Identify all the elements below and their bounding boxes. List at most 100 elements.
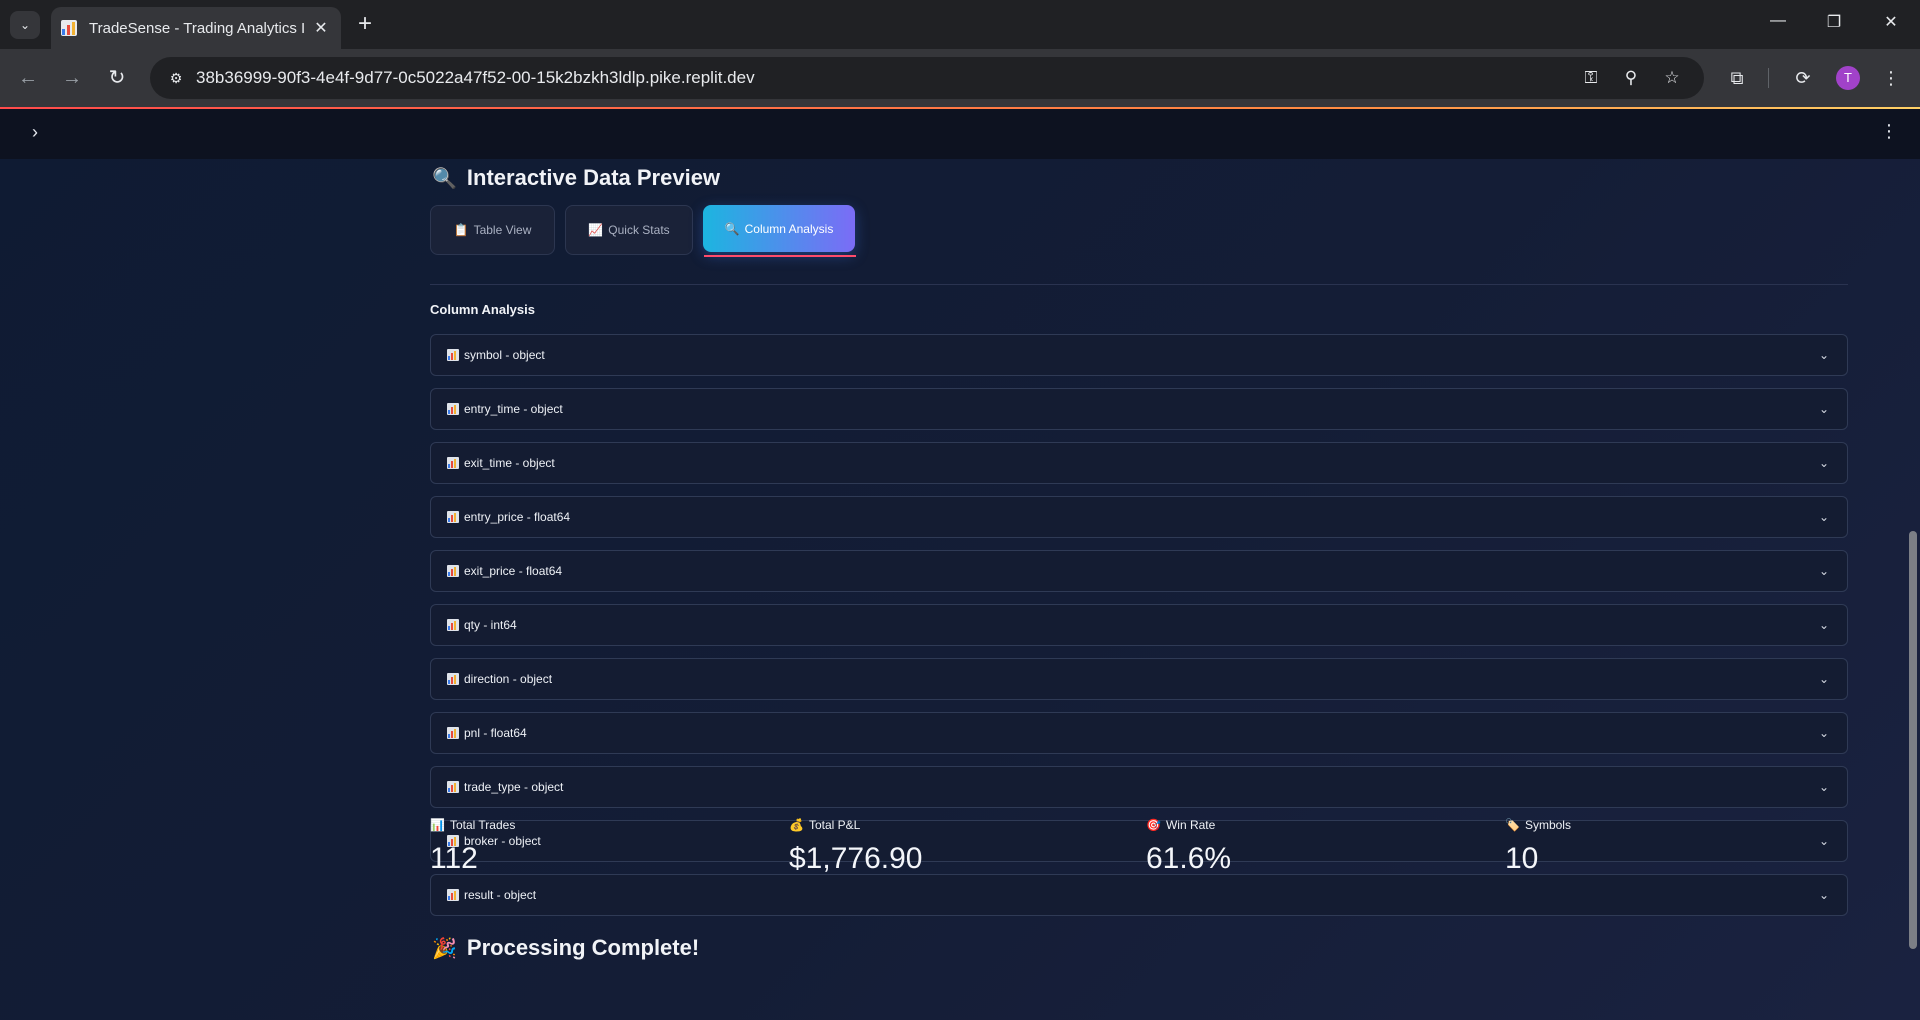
back-icon[interactable]: ← (13, 63, 43, 93)
tab-search-icon[interactable]: ⌄ (10, 11, 40, 39)
profile-avatar[interactable]: T (1836, 66, 1860, 90)
bar-chart-icon (447, 349, 459, 361)
magnifier-icon: 🔍 (724, 221, 740, 236)
browser-toolbar: ← → ↻ ⚙ 38b36999-90f3-4e4f-9d77-0c5022a4… (0, 49, 1920, 107)
bookmark-star-icon[interactable]: ☆ (1659, 66, 1685, 90)
column-expander[interactable]: entry_price - float64 ⌄ (430, 496, 1848, 538)
bar-chart-icon (447, 781, 459, 793)
bar-chart-icon (447, 889, 459, 901)
column-analysis-heading: Column Analysis (430, 302, 535, 317)
tab-label: Quick Stats (608, 223, 670, 237)
section-title: 🔍 Interactive Data Preview (432, 165, 720, 191)
column-expander[interactable]: result - object ⌄ (430, 874, 1848, 916)
address-bar[interactable]: ⚙ 38b36999-90f3-4e4f-9d77-0c5022a47f52-0… (150, 57, 1704, 99)
column-expander[interactable]: exit_price - float64 ⌄ (430, 550, 1848, 592)
page-scrollbar[interactable] (1909, 531, 1917, 949)
minimize-icon[interactable]: — (1763, 12, 1793, 30)
target-icon: 🎯 (1146, 818, 1161, 832)
bar-chart-icon (447, 565, 459, 577)
metric-value: $1,776.90 (789, 842, 923, 875)
chevron-down-icon: ⌄ (1818, 780, 1830, 794)
metric-total-trades: 📊 Total Trades 112 (430, 818, 515, 876)
app-header: › ⋮ (0, 109, 1920, 159)
chevron-down-icon: ⌄ (1818, 834, 1830, 848)
bar-chart-icon (447, 511, 459, 523)
column-label: entry_time - object (464, 402, 563, 416)
toolbar-separator (1768, 68, 1769, 88)
chevron-down-icon: ⌄ (1818, 402, 1830, 416)
bar-chart-icon (447, 403, 459, 415)
label-tag-icon: 🏷️ (1505, 818, 1520, 832)
column-label: entry_price - float64 (464, 510, 571, 524)
bar-chart-icon (447, 457, 459, 469)
tab-favicon-icon (61, 20, 77, 36)
forward-icon[interactable]: → (57, 63, 87, 93)
main-content: 🔍 Interactive Data Preview 📋 Table View … (0, 159, 1920, 1020)
browser-tab[interactable]: TradeSense - Trading Analytics I ✕ (51, 7, 341, 49)
column-expander[interactable]: trade_type - object ⌄ (430, 766, 1848, 808)
url-text[interactable]: 38b36999-90f3-4e4f-9d77-0c5022a47f52-00-… (196, 68, 755, 88)
new-tab-icon[interactable]: + (352, 10, 378, 38)
metric-label: Win Rate (1165, 818, 1216, 832)
metric-value: 61.6% (1146, 842, 1232, 875)
column-expander[interactable]: pnl - float64 ⌄ (430, 712, 1848, 754)
column-label: result - object (464, 888, 537, 902)
metric-label: Total Trades (449, 818, 516, 832)
metric-win-rate: 🎯 Win Rate 61.6% (1146, 818, 1231, 876)
zoom-icon[interactable]: ⚲ (1618, 66, 1644, 90)
password-key-icon[interactable]: ⚿ (1578, 66, 1604, 90)
sidebar-toggle-icon[interactable]: › (24, 122, 46, 143)
metric-total-pnl: 💰 Total P&L $1,776.90 (789, 818, 922, 876)
column-label: direction - object (464, 672, 553, 686)
chevron-down-icon: ⌄ (1818, 564, 1830, 578)
chevron-down-icon: ⌄ (1818, 726, 1830, 740)
app-menu-icon[interactable]: ⋮ (1880, 121, 1898, 142)
reload-icon[interactable]: ↻ (102, 63, 132, 93)
browser-menu-icon[interactable]: ⋮ (1876, 63, 1906, 93)
column-expander[interactable]: broker - object ⌄ (430, 820, 1848, 862)
bar-chart-icon (447, 727, 459, 739)
tab-label: Column Analysis (744, 221, 834, 236)
tab-column-analysis[interactable]: 🔍 Column Analysis (703, 205, 855, 252)
sync-icon[interactable]: ⟳ (1788, 63, 1818, 93)
window-close-icon[interactable]: ✕ (1876, 12, 1906, 32)
bar-chart-icon (447, 619, 459, 631)
bar-chart-icon: 📊 (430, 818, 445, 832)
clipboard-icon: 📋 (453, 223, 469, 237)
column-label: pnl - float64 (464, 726, 527, 740)
chevron-down-icon: ⌄ (1818, 510, 1830, 524)
processing-complete-title: 🎉 Processing Complete! (432, 935, 699, 961)
tab-divider (430, 284, 1848, 285)
tab-close-icon[interactable]: ✕ (311, 18, 331, 38)
tab-label: Table View (473, 223, 532, 237)
tab-quick-stats[interactable]: 📈 Quick Stats (565, 205, 693, 255)
chevron-down-icon: ⌄ (1818, 456, 1830, 470)
column-label: symbol - object (464, 348, 545, 362)
column-expander[interactable]: direction - object ⌄ (430, 658, 1848, 700)
column-expander[interactable]: entry_time - object ⌄ (430, 388, 1848, 430)
metric-label: Total P&L (808, 818, 861, 832)
metric-value: 10 (1505, 842, 1539, 875)
chevron-down-icon: ⌄ (1818, 888, 1830, 902)
extensions-icon[interactable]: ⧉ (1722, 63, 1752, 93)
bar-chart-icon (447, 673, 459, 685)
site-info-icon[interactable]: ⚙ (164, 66, 188, 90)
restore-icon[interactable]: ❐ (1819, 12, 1849, 32)
tab-title: TradeSense - Trading Analytics I (89, 19, 304, 37)
processing-complete-text: Processing Complete! (466, 935, 700, 960)
tab-table-view[interactable]: 📋 Table View (430, 205, 555, 255)
metric-label: Symbols (1524, 818, 1571, 832)
active-tab-underline (704, 255, 856, 257)
metric-symbols: 🏷️ Symbols 10 (1505, 818, 1571, 876)
column-expander[interactable]: exit_time - object ⌄ (430, 442, 1848, 484)
column-label: qty - int64 (464, 618, 517, 632)
section-title-text: Interactive Data Preview (466, 165, 721, 190)
magnifier-icon: 🔍 (432, 167, 457, 190)
chevron-down-icon: ⌄ (1818, 618, 1830, 632)
column-label: exit_price - float64 (464, 564, 563, 578)
column-expander[interactable]: symbol - object ⌄ (430, 334, 1848, 376)
party-popper-icon: 🎉 (432, 937, 457, 960)
chart-icon: 📈 (588, 223, 604, 237)
column-label: trade_type - object (464, 780, 564, 794)
column-expander[interactable]: qty - int64 ⌄ (430, 604, 1848, 646)
